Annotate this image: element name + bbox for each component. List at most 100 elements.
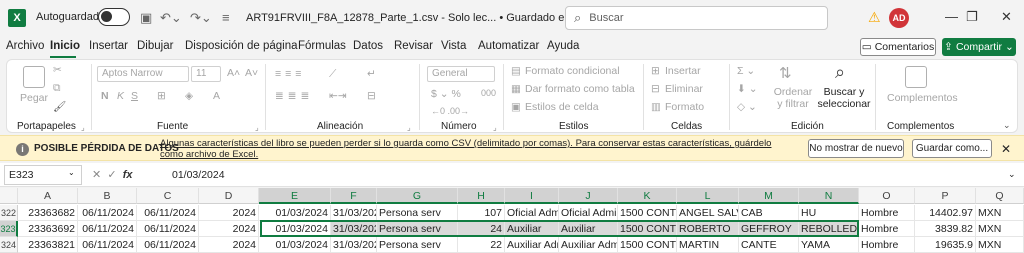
clear-icon[interactable]: ◇ ⌄ — [737, 101, 757, 113]
cut-icon[interactable]: ✂ — [53, 64, 62, 76]
column-header[interactable]: L — [677, 188, 739, 204]
table-cell[interactable]: Oficial Admi — [505, 205, 559, 221]
table-format-button[interactable]: Dar formato como tabla — [525, 83, 635, 95]
wrap-text-icon[interactable]: ↵ — [367, 68, 376, 80]
currency-icon[interactable]: $ ⌄ % — [431, 88, 461, 100]
table-cell[interactable]: Hombre — [859, 237, 915, 253]
table-cell[interactable]: REBOLLEDO — [799, 221, 859, 237]
table-cell[interactable]: 19635.9 — [915, 237, 976, 253]
increase-font-icon[interactable]: A˄ — [227, 67, 240, 79]
table-cell[interactable]: Auxiliar — [559, 221, 618, 237]
column-header[interactable]: G — [377, 188, 458, 204]
column-header[interactable]: D — [199, 188, 259, 204]
collapse-ribbon-icon[interactable]: ⌄ — [1003, 120, 1011, 131]
font-color-icon[interactable]: A — [213, 90, 220, 102]
table-cell[interactable]: HU — [799, 205, 859, 221]
dialog-launcher-icon[interactable]: ⌟ — [81, 123, 85, 132]
dialog-launcher-icon[interactable]: ⌟ — [407, 123, 411, 132]
dont-show-again-button[interactable]: No mostrar de nuevo — [808, 139, 904, 158]
row-header[interactable]: 322 — [0, 205, 18, 221]
number-format-select[interactable]: General — [427, 66, 495, 82]
indent-icons[interactable]: ⇤⇥ — [329, 90, 347, 102]
table-cell[interactable]: Hombre — [859, 205, 915, 221]
warning-icon[interactable]: ⚠ — [868, 9, 881, 26]
chevron-down-icon[interactable]: ⌄ — [68, 168, 75, 177]
table-cell[interactable]: 3839.82 — [915, 221, 976, 237]
table-cell[interactable]: 1500 CONTR/ — [618, 237, 677, 253]
table-cell[interactable]: 06/11/2024 — [78, 205, 137, 221]
table-cell[interactable]: 06/11/2024 — [137, 205, 199, 221]
dialog-launcher-icon[interactable]: ⌟ — [493, 123, 497, 132]
paste-button-label[interactable]: Pegar — [20, 92, 48, 104]
tab-archivo[interactable]: Archivo — [6, 40, 44, 52]
redo-icon[interactable]: ↷⌄ — [190, 10, 212, 26]
italic-icon[interactable]: K — [117, 90, 124, 102]
table-cell[interactable]: 107 — [458, 205, 505, 221]
cell-styles-icon[interactable]: ▣ — [511, 101, 521, 113]
enter-icon[interactable]: ✓ — [107, 169, 116, 181]
bold-icon[interactable]: N — [101, 90, 109, 102]
table-cell[interactable]: 24 — [458, 221, 505, 237]
conditional-format-button[interactable]: Formato condicional — [525, 65, 620, 77]
table-cell[interactable]: 31/03/2024 — [331, 205, 377, 221]
column-header[interactable]: O — [859, 188, 915, 204]
merge-icon[interactable]: ⊟ — [367, 90, 376, 102]
find-select-icon[interactable]: ⌕ — [835, 62, 845, 83]
table-cell[interactable]: ANGEL SALVA — [677, 205, 739, 221]
column-header[interactable]: Q — [976, 188, 1024, 204]
table-cell[interactable]: MXN — [976, 205, 1024, 221]
table-cell[interactable]: 2024 — [199, 237, 259, 253]
column-header[interactable]: N — [799, 188, 859, 204]
column-header[interactable]: B — [78, 188, 137, 204]
tab-vista[interactable]: Vista — [441, 40, 466, 52]
tab-ayuda[interactable]: Ayuda — [547, 40, 579, 52]
table-cell[interactable]: 01/03/2024 — [259, 221, 331, 237]
column-header[interactable]: H — [458, 188, 505, 204]
table-cell[interactable]: Persona serv — [377, 221, 458, 237]
column-header[interactable]: K — [618, 188, 677, 204]
search-box[interactable]: ⌕ Buscar — [565, 6, 828, 30]
close-icon[interactable]: ✕ — [1001, 9, 1012, 25]
table-cell[interactable]: 22 — [458, 237, 505, 253]
table-cell[interactable]: 1500 CONTR/ — [618, 205, 677, 221]
customize-quick-access-icon[interactable]: ≡ — [222, 10, 230, 25]
format-cells-button[interactable]: Formato — [665, 101, 704, 113]
addins-button[interactable]: Complementos — [887, 92, 958, 104]
column-header[interactable]: J — [559, 188, 618, 204]
table-cell[interactable]: 23363692 — [18, 221, 78, 237]
autosum-icon[interactable]: Σ ⌄ — [737, 65, 755, 77]
tab-formulas[interactable]: Fórmulas — [298, 40, 346, 52]
cell-styles-button[interactable]: Estilos de celda — [525, 101, 599, 113]
row-header[interactable]: 324 — [0, 237, 18, 253]
table-cell[interactable]: Auxiliar Adm — [505, 237, 559, 253]
close-infobar-icon[interactable]: ✕ — [1001, 142, 1011, 156]
table-cell[interactable]: GEFFROY — [739, 221, 799, 237]
table-cell[interactable]: 06/11/2024 — [137, 237, 199, 253]
table-cell[interactable]: Auxiliar Adm — [559, 237, 618, 253]
font-size-select[interactable]: 11 — [191, 66, 221, 82]
expand-formula-icon[interactable]: ⌄ — [1008, 169, 1016, 180]
column-header[interactable]: E — [259, 188, 331, 204]
decrease-font-icon[interactable]: A˅ — [245, 67, 258, 79]
decimal-icons[interactable]: ←0 .00→ — [431, 106, 469, 116]
insert-function-icon[interactable]: fx — [123, 169, 133, 181]
table-cell[interactable]: ROBERTO — [677, 221, 739, 237]
copy-icon[interactable]: ⧉ — [53, 82, 61, 95]
find-select-button[interactable]: Buscar y seleccionar — [817, 86, 871, 110]
dialog-launcher-icon[interactable]: ⌟ — [255, 123, 259, 132]
worksheet-grid[interactable]: A B C D E F G H I J K L M N O P Q 322 23363682 06/11/2024 06… — [0, 188, 1024, 253]
table-cell[interactable]: 01/03/2024 — [259, 237, 331, 253]
insert-cells-icon[interactable]: ⊞ — [651, 65, 660, 77]
borders-icon[interactable]: ⊞ — [157, 90, 166, 102]
table-cell[interactable]: 14402.97 — [915, 205, 976, 221]
table-cell[interactable]: YAMA — [799, 237, 859, 253]
sort-filter-icon[interactable]: ⇅ — [779, 64, 792, 82]
tab-inicio[interactable]: Inicio — [50, 40, 80, 52]
table-cell[interactable]: 31/03/2024 — [331, 237, 377, 253]
font-name-select[interactable]: Aptos Narrow — [97, 66, 189, 82]
save-icon[interactable]: ▣ — [140, 10, 152, 26]
formula-input[interactable]: 01/03/2024 — [172, 169, 225, 181]
sort-filter-button[interactable]: Ordenar y filtrar — [771, 86, 815, 110]
cancel-icon[interactable]: ✕ — [92, 169, 101, 181]
autosave-toggle[interactable] — [98, 8, 130, 26]
